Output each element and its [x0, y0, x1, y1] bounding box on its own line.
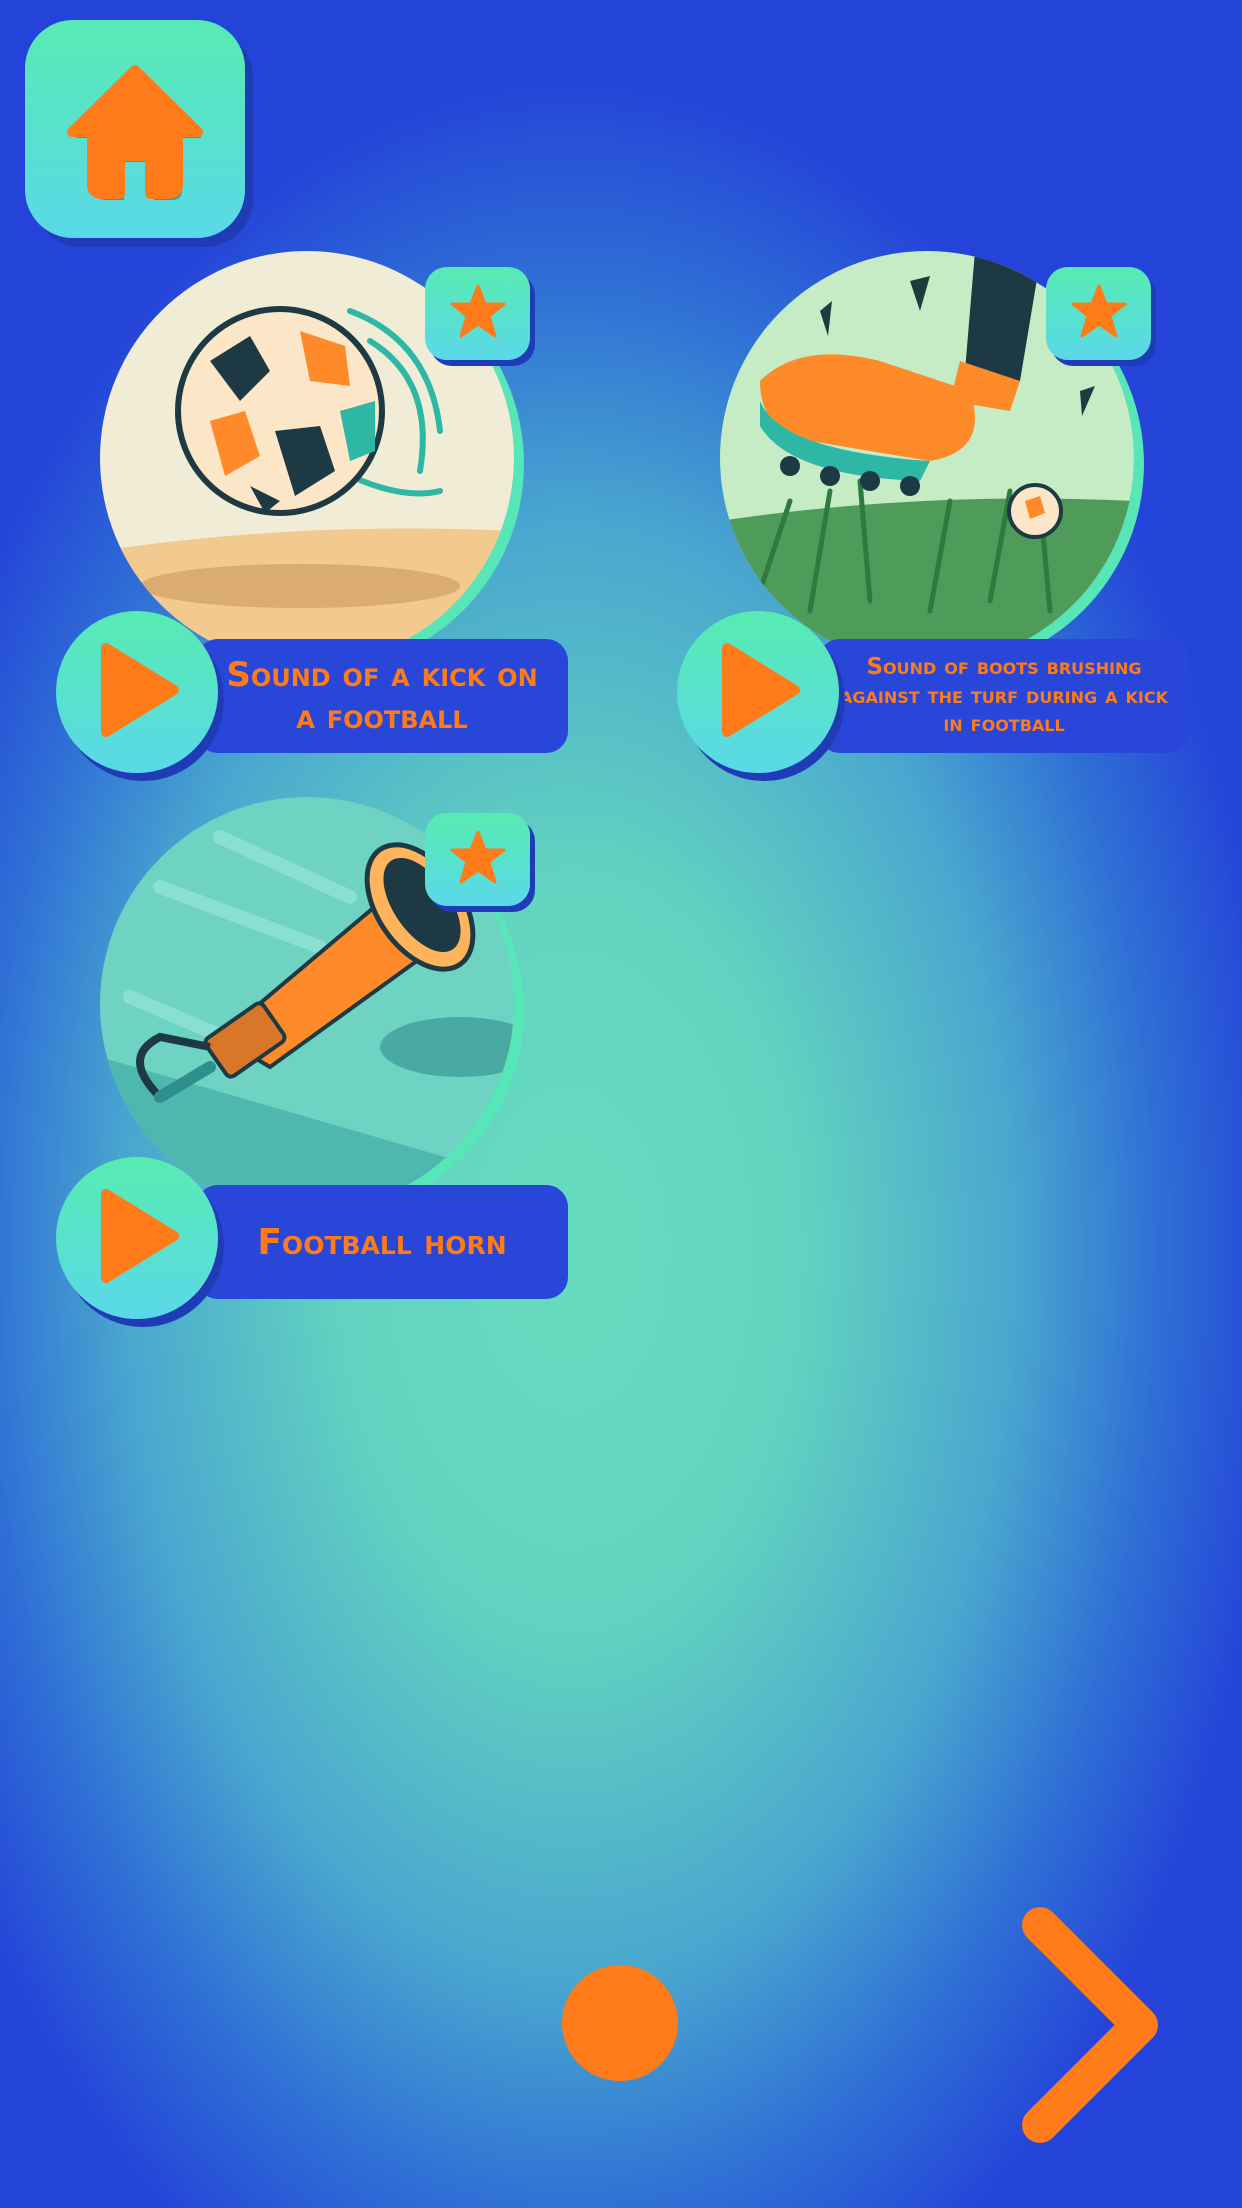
star-icon — [448, 828, 508, 892]
favorite-button[interactable] — [1046, 267, 1151, 360]
chevron-right-icon — [1000, 1907, 1170, 2149]
sound-label: Sound of boots brushing against the turf… — [818, 639, 1190, 753]
sound-label: Football horn — [196, 1185, 568, 1299]
favorite-button[interactable] — [425, 267, 530, 360]
play-button[interactable] — [56, 611, 218, 773]
home-button[interactable] — [25, 20, 245, 238]
next-page-button[interactable] — [1000, 1905, 1170, 2145]
page-dot — [562, 1965, 678, 2081]
play-icon — [713, 640, 803, 744]
sound-label: Sound of a kick on a football — [196, 639, 568, 753]
favorite-button[interactable] — [425, 813, 530, 906]
star-icon — [448, 282, 508, 346]
home-icon — [60, 52, 210, 206]
play-icon — [92, 1186, 182, 1290]
play-button[interactable] — [56, 1157, 218, 1319]
play-icon — [92, 640, 182, 744]
star-icon — [1069, 282, 1129, 346]
play-button[interactable] — [677, 611, 839, 773]
